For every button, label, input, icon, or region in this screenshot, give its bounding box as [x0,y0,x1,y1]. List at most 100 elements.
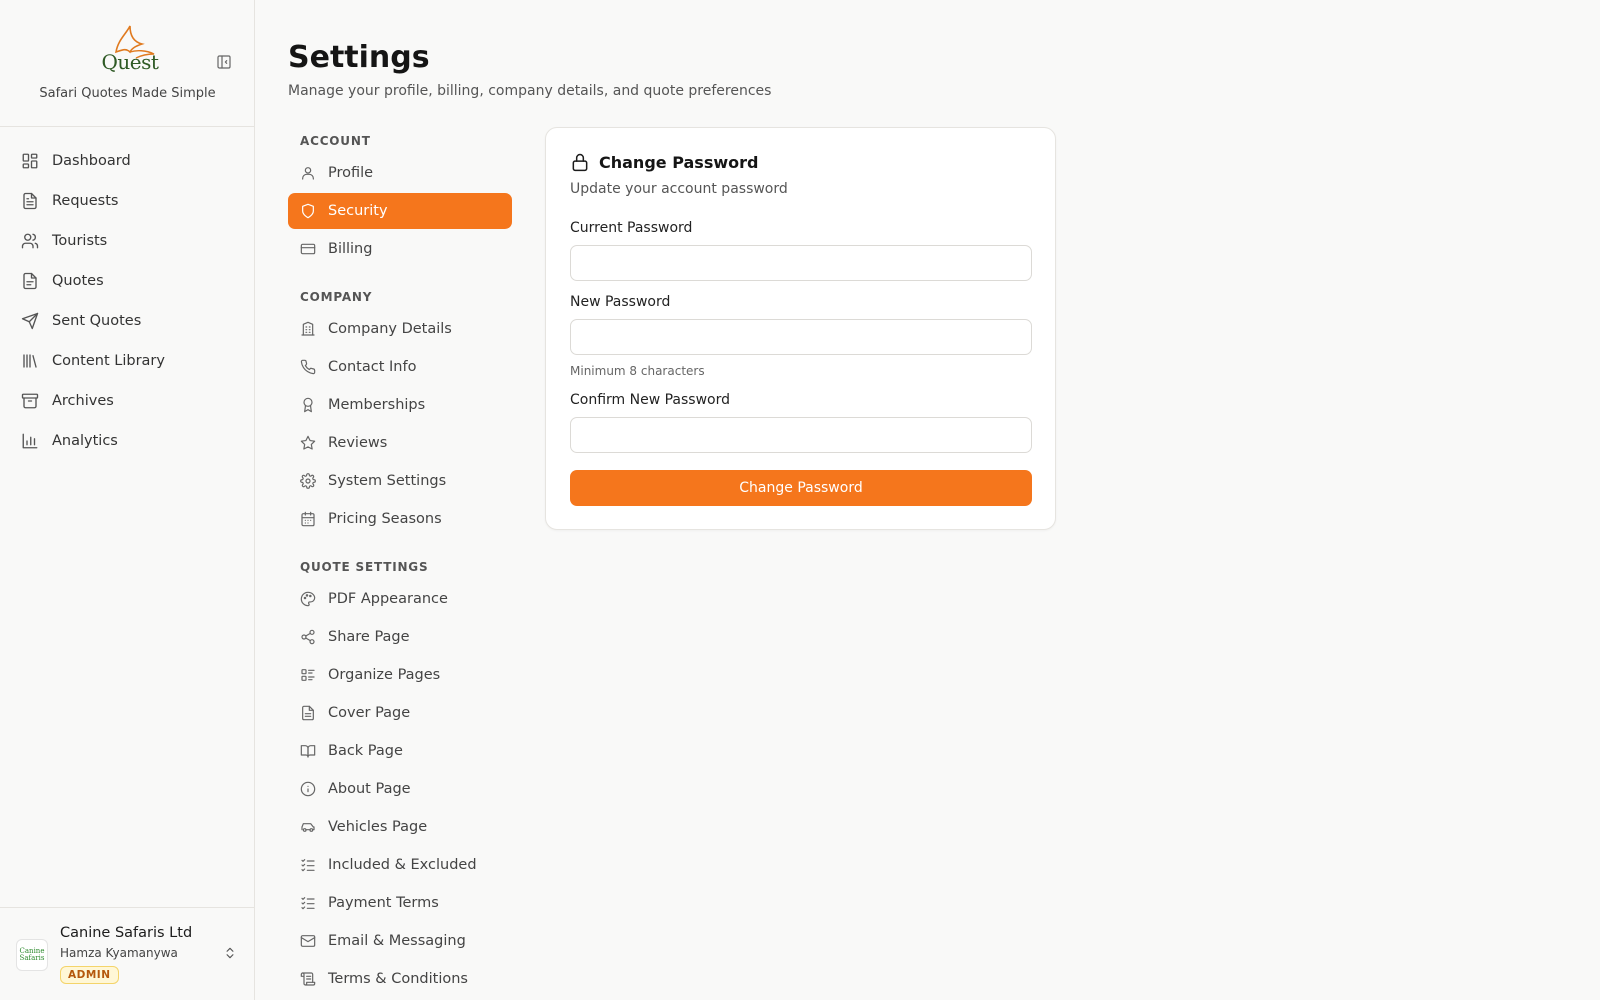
settings-item-label: Organize Pages [328,667,441,683]
settings-item-profile[interactable]: Profile [288,155,512,191]
list-icon [300,667,316,683]
logo-wordmark: Quest [101,50,159,74]
new-password-input[interactable] [570,319,1032,355]
send-icon [21,312,39,330]
nav-item-content-library[interactable]: Content Library [0,341,255,381]
settings-item-share-page[interactable]: Share Page [288,619,512,655]
archive-icon [21,392,39,410]
nav-item-sent-quotes[interactable]: Sent Quotes [0,301,255,341]
users-icon [21,232,39,250]
settings-item-vehicles-page[interactable]: Vehicles Page [288,809,512,845]
new-password-hint: Minimum 8 characters [570,364,705,378]
change-password-button[interactable]: Change Password [570,470,1032,506]
settings-item-included-excluded[interactable]: Included & Excluded [288,847,512,883]
settings-item-organize-pages[interactable]: Organize Pages [288,657,512,693]
chevrons-up-down-icon[interactable] [223,946,237,960]
mail-icon [300,933,316,949]
nav-item-requests[interactable]: Requests [0,181,255,221]
account-switcher[interactable]: Canine Safaris Canine Safaris Ltd Hamza … [0,907,255,1000]
gear-icon [300,473,316,489]
palette-icon [300,591,316,607]
change-password-card: Change Password Update your account pass… [545,127,1056,530]
settings-item-label: Pricing Seasons [328,511,442,527]
nav-label: Tourists [52,233,108,249]
library-icon [21,352,39,370]
confirm-password-input[interactable] [570,417,1032,453]
book-open-icon [300,743,316,759]
nav-label: Analytics [52,433,118,449]
brand-tagline: Safari Quotes Made Simple [39,86,216,101]
settings-item-label: Contact Info [328,359,417,375]
company-logo: Canine Safaris [16,939,48,971]
role-badge: ADMIN [60,966,119,984]
card-title: Change Password [599,152,759,172]
settings-item-terms-conditions[interactable]: Terms & Conditions [288,961,512,997]
settings-item-label: Share Page [328,629,410,645]
settings-item-label: Payment Terms [328,895,439,911]
credit-card-icon [300,241,316,257]
settings-item-label: PDF Appearance [328,591,448,607]
card-description: Update your account password [570,181,788,197]
star-icon [300,435,316,451]
nav-label: Sent Quotes [52,313,142,329]
nav-item-archives[interactable]: Archives [0,381,255,421]
nav-item-tourists[interactable]: Tourists [0,221,255,261]
company-name: Canine Safaris Ltd [60,925,193,941]
shield-icon [300,203,316,219]
settings-item-company-details[interactable]: Company Details [288,311,512,347]
settings-item-security[interactable]: Security [288,193,512,229]
page-title: Settings [288,40,430,75]
new-password-label: New Password [570,294,671,310]
settings-item-pricing-seasons[interactable]: Pricing Seasons [288,501,512,537]
settings-item-label: Billing [328,241,373,257]
user-name: Hamza Kyamanywa [60,946,178,960]
settings-item-email-messaging[interactable]: Email & Messaging [288,923,512,959]
bar-chart-icon [21,432,39,450]
file-icon [21,272,39,290]
nav-label: Requests [52,193,119,209]
page-subtitle: Manage your profile, billing, company de… [288,83,772,99]
settings-item-label: Profile [328,165,374,181]
nav-item-quotes[interactable]: Quotes [0,261,255,301]
sidebar-collapse-button[interactable] [216,54,232,70]
calendar-icon [300,511,316,527]
nav-label: Archives [52,393,114,409]
settings-item-pdf-appearance[interactable]: PDF Appearance [288,581,512,617]
settings-item-system-settings[interactable]: System Settings [288,463,512,499]
panel-left-icon [217,55,231,69]
settings-item-back-page[interactable]: Back Page [288,733,512,769]
info-icon [300,781,316,797]
brand-header: Quest Safari Quotes Made Simple [0,0,254,127]
current-password-label: Current Password [570,220,693,236]
confirm-password-label: Confirm New Password [570,392,731,408]
settings-item-about-page[interactable]: About Page [288,771,512,807]
settings-item-label: Email & Messaging [328,933,466,949]
user-icon [300,165,316,181]
share-icon [300,629,316,645]
car-icon [300,819,316,835]
settings-item-billing[interactable]: Billing [288,231,512,267]
nav-label: Quotes [52,273,104,289]
settings-item-payment-terms[interactable]: Payment Terms [288,885,512,921]
list-checks-icon [300,895,316,911]
settings-item-cover-page[interactable]: Cover Page [288,695,512,731]
building-icon [300,321,316,337]
settings-item-label: Terms & Conditions [328,971,468,987]
settings-item-memberships[interactable]: Memberships [288,387,512,423]
lock-icon [570,152,590,172]
nav-item-analytics[interactable]: Analytics [0,421,255,461]
settings-item-reviews[interactable]: Reviews [288,425,512,461]
settings-item-label: Reviews [328,435,388,451]
section-heading-company: COMPANY [300,290,373,304]
settings-item-label: System Settings [328,473,447,489]
settings-item-label: Vehicles Page [328,819,428,835]
section-heading-quote-settings: QUOTE SETTINGS [300,560,429,574]
nav-label: Dashboard [52,153,131,169]
nav-item-dashboard[interactable]: Dashboard [0,141,255,181]
main-nav: Dashboard Requests Tourists Quotes Sent … [0,141,255,461]
file-text-icon [21,192,39,210]
settings-item-contact-info[interactable]: Contact Info [288,349,512,385]
list-checks-icon [300,857,316,873]
current-password-input[interactable] [570,245,1032,281]
